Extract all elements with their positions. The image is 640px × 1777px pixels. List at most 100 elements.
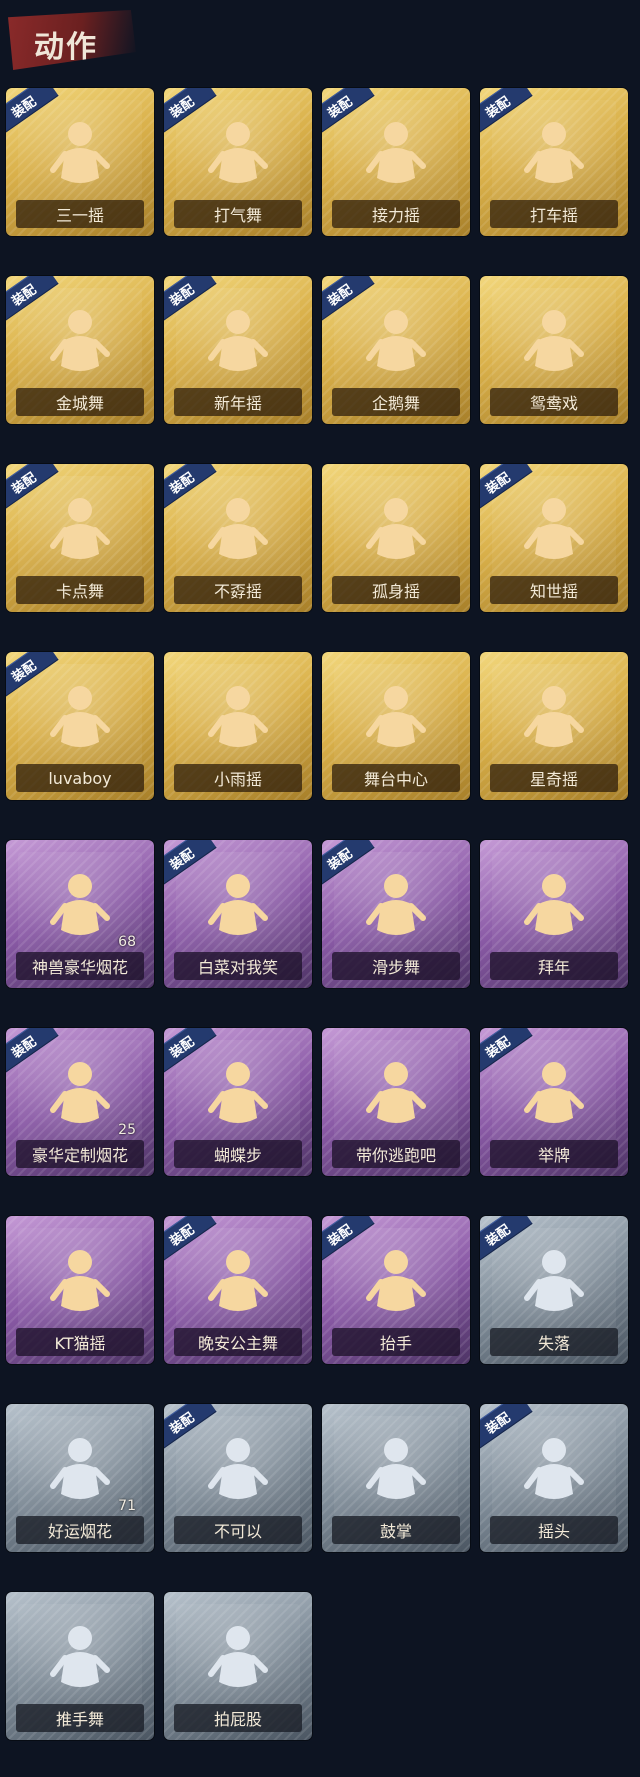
emote-figure-icon [45, 306, 115, 388]
emote-figure-icon [361, 870, 431, 952]
emote-card[interactable]: 鸳鸯戏 [480, 276, 628, 424]
emote-name: 金城舞 [16, 388, 144, 416]
section-title: 动作 [8, 10, 136, 70]
emote-figure-icon [45, 1434, 115, 1516]
emote-card[interactable]: 25 豪华定制烟花 装配 [6, 1028, 154, 1176]
emote-card[interactable]: 推手舞 [6, 1592, 154, 1740]
emote-figure-icon [519, 494, 589, 576]
emote-name: luvaboy [16, 764, 144, 792]
emote-name: 失落 [490, 1328, 618, 1356]
emote-name: 带你逃跑吧 [332, 1140, 460, 1168]
emote-card[interactable]: 晚安公主舞 装配 [164, 1216, 312, 1364]
emote-card[interactable]: 带你逃跑吧 [322, 1028, 470, 1176]
emote-figure-icon [361, 682, 431, 764]
emote-figure-icon [361, 494, 431, 576]
emote-name: 知世摇 [490, 576, 618, 604]
emote-figure-icon [45, 870, 115, 952]
emote-name: 神兽豪华烟花 [16, 952, 144, 980]
emote-figure-icon [203, 118, 273, 200]
emote-figure-icon [519, 1246, 589, 1328]
emote-card[interactable]: 星奇摇 [480, 652, 628, 800]
emote-name: 舞台中心 [332, 764, 460, 792]
emote-name: 鸳鸯戏 [490, 388, 618, 416]
emote-card[interactable]: 拜年 [480, 840, 628, 988]
emote-name: 摇头 [490, 1516, 618, 1544]
emote-card[interactable]: 鼓掌 [322, 1404, 470, 1552]
emote-figure-icon [45, 1058, 115, 1140]
emote-name: 三一摇 [16, 200, 144, 228]
emote-figure-icon [203, 1246, 273, 1328]
emote-name: 星奇摇 [490, 764, 618, 792]
emote-name: 好运烟花 [16, 1516, 144, 1544]
emote-figure-icon [361, 1434, 431, 1516]
emote-figure-icon [45, 118, 115, 200]
emote-figure-icon [361, 1058, 431, 1140]
emote-card[interactable]: 打车摇 装配 [480, 88, 628, 236]
emote-card[interactable]: 拍屁股 [164, 1592, 312, 1740]
emote-name: 晚安公主舞 [174, 1328, 302, 1356]
emote-name: 拍屁股 [174, 1704, 302, 1732]
emote-name: 白菜对我笑 [174, 952, 302, 980]
emote-figure-icon [519, 870, 589, 952]
emote-figure-icon [203, 1622, 273, 1704]
emote-name: 鼓掌 [332, 1516, 460, 1544]
emote-figure-icon [45, 494, 115, 576]
emote-card[interactable]: 蝴蝶步 装配 [164, 1028, 312, 1176]
emote-figure-icon [203, 682, 273, 764]
emote-figure-icon [361, 118, 431, 200]
emote-name: 拜年 [490, 952, 618, 980]
emote-grid: 三一摇 装配 打气舞 装配 接力摇 装配 打车摇 装配金城舞 装配 新年摇 装配 企鹅舞 装配 鸳鸯戏卡点… [6, 88, 628, 1740]
emote-name: 抬手 [332, 1328, 460, 1356]
emote-card[interactable]: 不可以 装配 [164, 1404, 312, 1552]
emote-figure-icon [45, 1622, 115, 1704]
section-title-text: 动作 [34, 30, 98, 65]
emote-name: 不孬摇 [174, 576, 302, 604]
emote-name: KT猫摇 [16, 1328, 144, 1356]
emote-card[interactable]: 三一摇 装配 [6, 88, 154, 236]
emote-card[interactable]: 孤身摇 [322, 464, 470, 612]
emote-name: 蝴蝶步 [174, 1140, 302, 1168]
emote-name: 企鹅舞 [332, 388, 460, 416]
item-count: 25 [118, 1122, 136, 1138]
emote-card[interactable]: 企鹅舞 装配 [322, 276, 470, 424]
emote-card[interactable]: 接力摇 装配 [322, 88, 470, 236]
emote-card[interactable]: 举牌 装配 [480, 1028, 628, 1176]
emote-name: 推手舞 [16, 1704, 144, 1732]
emote-figure-icon [203, 870, 273, 952]
emote-name: 打车摇 [490, 200, 618, 228]
emote-name: 卡点舞 [16, 576, 144, 604]
emote-figure-icon [203, 306, 273, 388]
emote-card[interactable]: 71 好运烟花 [6, 1404, 154, 1552]
emote-card[interactable]: 失落 装配 [480, 1216, 628, 1364]
emote-figure-icon [361, 1246, 431, 1328]
emote-card[interactable]: 知世摇 装配 [480, 464, 628, 612]
emote-name: 新年摇 [174, 388, 302, 416]
emote-card[interactable]: 滑步舞 装配 [322, 840, 470, 988]
emote-figure-icon [203, 1434, 273, 1516]
emote-card[interactable]: 小雨摇 [164, 652, 312, 800]
emote-figure-icon [45, 682, 115, 764]
emote-card[interactable]: 摇头 装配 [480, 1404, 628, 1552]
item-count: 71 [118, 1498, 136, 1514]
emote-card[interactable]: 新年摇 装配 [164, 276, 312, 424]
emote-card[interactable]: 金城舞 装配 [6, 276, 154, 424]
emote-card[interactable]: luvaboy 装配 [6, 652, 154, 800]
emote-figure-icon [361, 306, 431, 388]
emote-card[interactable]: KT猫摇 [6, 1216, 154, 1364]
emote-name: 不可以 [174, 1516, 302, 1544]
emote-name: 小雨摇 [174, 764, 302, 792]
emote-card[interactable]: 打气舞 装配 [164, 88, 312, 236]
emote-name: 打气舞 [174, 200, 302, 228]
emote-figure-icon [45, 1246, 115, 1328]
emote-name: 孤身摇 [332, 576, 460, 604]
emote-card[interactable]: 舞台中心 [322, 652, 470, 800]
emote-card[interactable]: 抬手 装配 [322, 1216, 470, 1364]
emote-card[interactable]: 卡点舞 装配 [6, 464, 154, 612]
emote-figure-icon [519, 1434, 589, 1516]
emote-name: 举牌 [490, 1140, 618, 1168]
emote-card[interactable]: 白菜对我笑 装配 [164, 840, 312, 988]
emote-card[interactable]: 不孬摇 装配 [164, 464, 312, 612]
emote-card[interactable]: 68 神兽豪华烟花 [6, 840, 154, 988]
emote-figure-icon [519, 306, 589, 388]
emote-name: 接力摇 [332, 200, 460, 228]
